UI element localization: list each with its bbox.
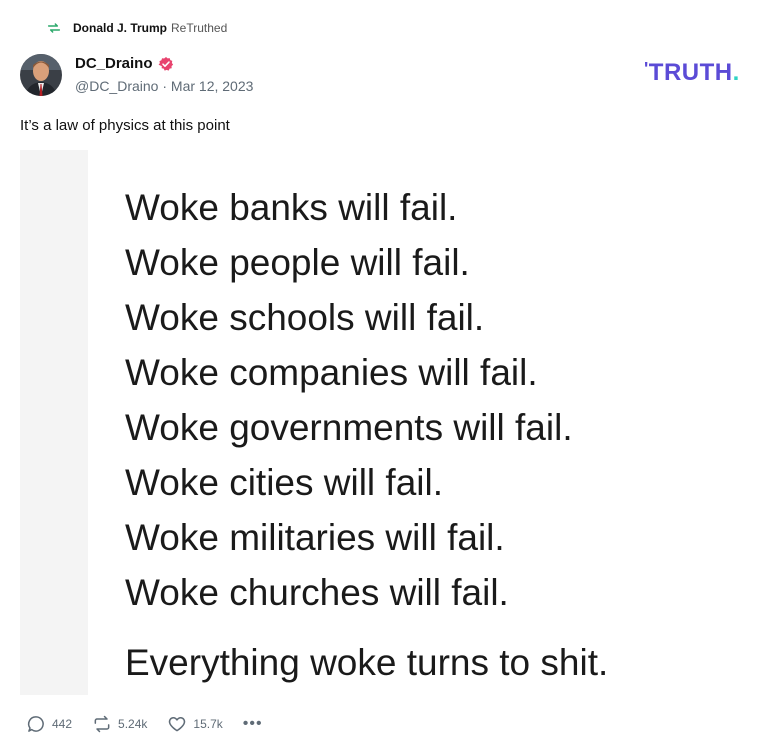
image-line: Woke people will fail. <box>125 242 470 283</box>
image-line: Woke schools will fail. <box>125 297 485 338</box>
logo-dot: . <box>732 59 740 86</box>
retruth-icon <box>47 23 61 33</box>
action-bar: 442 5.24k 15.7k ••• <box>26 714 263 734</box>
author-block: DC_Draino @DC_Draino · Mar 12, 2023 <box>75 55 253 94</box>
post-image[interactable]: Woke banks will fail. Woke people will f… <box>20 150 757 695</box>
image-final-line: Everything woke turns to shit. <box>125 642 609 683</box>
heart-icon <box>169 717 186 732</box>
image-line: Woke governments will fail. <box>125 407 573 448</box>
meta-separator: · <box>162 78 171 94</box>
image-line: Woke banks will fail. <box>125 187 458 228</box>
author-name[interactable]: DC_Draino <box>75 55 153 72</box>
retruth-button[interactable]: 5.24k <box>92 714 147 734</box>
reply-count: 442 <box>52 717 73 731</box>
retruth-count: 5.24k <box>118 717 148 731</box>
verified-badge-icon <box>158 56 173 71</box>
more-icon[interactable]: ••• <box>243 715 263 733</box>
image-line: Woke militaries will fail. <box>125 517 505 558</box>
truth-logo[interactable]: 'TRUTH. <box>644 59 740 87</box>
retruth-icon <box>94 715 110 733</box>
avatar[interactable] <box>20 54 62 96</box>
retruth-banner: Donald J. Trump ReTruthed <box>46 19 227 37</box>
image-line: Woke companies will fail. <box>125 352 538 393</box>
image-margin-strip <box>20 150 88 695</box>
like-count: 15.7k <box>193 717 223 731</box>
like-button[interactable]: 15.7k <box>167 714 223 734</box>
reply-icon <box>27 716 44 732</box>
post-date[interactable]: Mar 12, 2023 <box>171 78 254 94</box>
retruth-user[interactable]: Donald J. Trump <box>73 21 167 35</box>
image-line: Woke cities will fail. <box>125 462 444 503</box>
retruth-label: ReTruthed <box>171 21 228 35</box>
post-text: It’s a law of physics at this point <box>20 117 230 134</box>
post-meta: @DC_Draino · Mar 12, 2023 <box>75 78 253 94</box>
reply-button[interactable]: 442 <box>26 714 72 734</box>
image-text-block: Woke banks will fail. Woke people will f… <box>125 180 608 690</box>
image-line: Woke churches will fail. <box>125 572 509 613</box>
author-handle[interactable]: @DC_Draino <box>75 78 158 94</box>
logo-text: TRUTH <box>648 59 733 86</box>
